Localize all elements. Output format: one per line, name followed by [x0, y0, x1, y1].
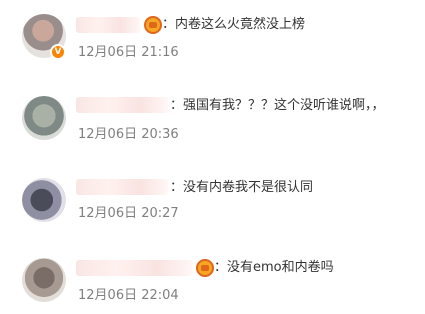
comment-item: ：强国有我？？？这个没听谁说啊，， 12月06日 20:36	[0, 82, 425, 152]
timestamp: 12月06日 20:36	[78, 127, 179, 142]
comment-text: ：内卷这么火竟然没上榜	[162, 17, 306, 32]
comment-text: ：没有内卷我不是很认同	[170, 180, 314, 195]
vip-crown-icon	[144, 16, 162, 34]
comment-text: ：强国有我？？？这个没听谁说啊，，	[170, 98, 385, 113]
vip-crown-icon	[196, 259, 214, 277]
comment-item: ：没有emo和内卷吗 12月06日 22:04	[0, 244, 425, 314]
username[interactable]	[76, 97, 168, 113]
verified-v-icon: V	[50, 44, 66, 60]
avatar[interactable]	[22, 96, 66, 140]
timestamp: 12月06日 22:04	[78, 288, 179, 303]
username[interactable]	[76, 17, 140, 33]
avatar[interactable]	[22, 258, 66, 302]
comment-text: ：没有emo和内卷吗	[214, 260, 334, 275]
username[interactable]	[76, 179, 168, 195]
comment-item: V ：内卷这么火竟然没上榜 12月06日 21:16	[0, 0, 425, 70]
avatar[interactable]	[22, 178, 66, 222]
username[interactable]	[76, 260, 192, 276]
timestamp: 12月06日 21:16	[78, 45, 179, 60]
timestamp: 12月06日 20:27	[78, 206, 179, 221]
comment-item: ：没有内卷我不是很认同 12月06日 20:27	[0, 164, 425, 234]
